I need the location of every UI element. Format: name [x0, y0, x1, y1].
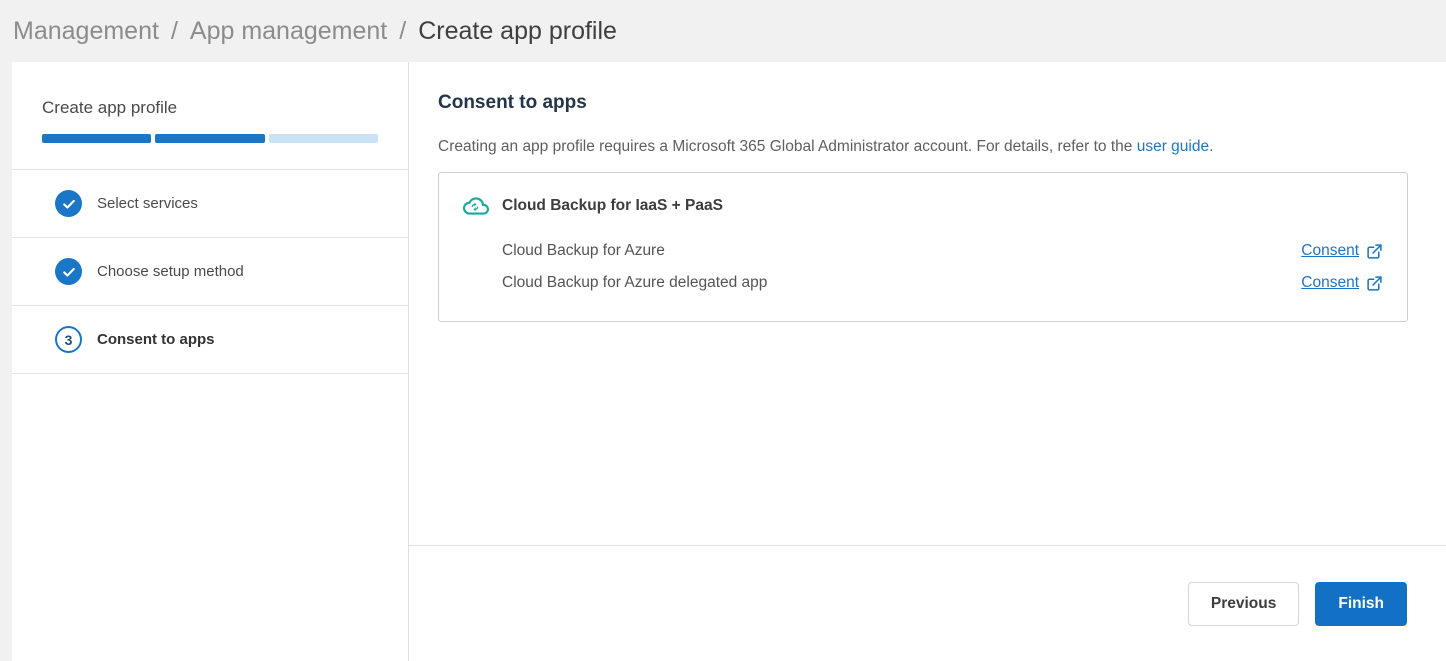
wizard-step-choose-setup-method[interactable]: Choose setup method — [12, 238, 408, 306]
content-panel: Consent to apps Creating an app profile … — [409, 62, 1446, 661]
wizard-step-select-services[interactable]: Select services — [12, 170, 408, 238]
consent-link[interactable]: Consent — [1301, 242, 1383, 260]
step-number-badge: 3 — [55, 326, 82, 353]
breadcrumb: Management / App management / Create app… — [0, 0, 1446, 62]
cloud-sync-icon — [463, 193, 489, 219]
breadcrumb-item-management[interactable]: Management — [13, 17, 159, 46]
user-guide-link[interactable]: user guide — [1137, 138, 1209, 155]
breadcrumb-item-app-management[interactable]: App management — [190, 17, 387, 46]
card-title-row: Cloud Backup for IaaS + PaaS — [463, 193, 1383, 219]
progress-segment-1 — [42, 134, 151, 143]
consent-link[interactable]: Consent — [1301, 274, 1383, 292]
description-suffix: . — [1209, 138, 1213, 155]
previous-button[interactable]: Previous — [1188, 582, 1299, 626]
app-name: Cloud Backup for Azure — [502, 242, 665, 260]
wizard-step-label: Select services — [97, 195, 198, 212]
wizard-step-consent-to-apps[interactable]: 3 Consent to apps — [12, 306, 408, 374]
breadcrumb-separator: / — [399, 17, 406, 46]
wizard-footer: Previous Finish — [409, 545, 1446, 661]
content-body: Consent to apps Creating an app profile … — [409, 62, 1446, 545]
breadcrumb-separator: / — [171, 17, 178, 46]
wizard-title: Create app profile — [42, 98, 378, 118]
description-prefix: Creating an app profile requires a Micro… — [438, 138, 1137, 155]
card-title: Cloud Backup for IaaS + PaaS — [502, 197, 723, 215]
wizard-step-label: Choose setup method — [97, 263, 244, 280]
main-area: Create app profile Select services Choos… — [0, 62, 1446, 661]
app-name: Cloud Backup for Azure delegated app — [502, 274, 767, 292]
consent-row: Cloud Backup for Azure delegated app Con… — [463, 267, 1383, 299]
check-icon — [55, 190, 82, 217]
page-title: Consent to apps — [438, 92, 1408, 114]
consent-link-label: Consent — [1301, 242, 1359, 260]
external-link-icon — [1366, 275, 1383, 292]
external-link-icon — [1366, 243, 1383, 260]
wizard-progress-bar — [42, 134, 378, 143]
wizard-header: Create app profile — [12, 62, 408, 170]
wizard-sidebar: Create app profile Select services Choos… — [12, 62, 409, 661]
progress-segment-3 — [269, 134, 378, 143]
breadcrumb-item-create-app-profile: Create app profile — [418, 17, 617, 46]
finish-button[interactable]: Finish — [1315, 582, 1407, 626]
wizard-step-label: Consent to apps — [97, 331, 215, 348]
progress-segment-2 — [155, 134, 264, 143]
consent-card: Cloud Backup for IaaS + PaaS Cloud Backu… — [438, 172, 1408, 322]
consent-row: Cloud Backup for Azure Consent — [463, 235, 1383, 267]
description-text: Creating an app profile requires a Micro… — [438, 138, 1408, 156]
check-icon — [55, 258, 82, 285]
consent-link-label: Consent — [1301, 274, 1359, 292]
left-gutter — [0, 62, 12, 661]
